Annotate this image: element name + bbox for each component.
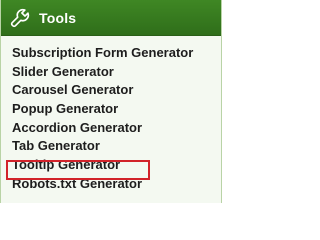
tools-menu: Subscription Form Generator Slider Gener… xyxy=(1,44,221,194)
tools-header[interactable]: Tools xyxy=(1,0,221,36)
wrench-icon xyxy=(10,8,30,27)
menu-item-popup-generator[interactable]: Popup Generator xyxy=(1,100,221,119)
menu-item-tooltip-generator[interactable]: Tooltip Generator xyxy=(1,156,221,175)
menu-item-robots-txt-generator[interactable]: Robots.txt Generator xyxy=(1,175,221,194)
tools-title: Tools xyxy=(39,9,77,26)
menu-item-carousel-generator[interactable]: Carousel Generator xyxy=(1,81,221,100)
menu-item-tab-generator[interactable]: Tab Generator xyxy=(1,137,221,156)
tools-panel: Tools Subscription Form Generator Slider… xyxy=(0,0,222,203)
menu-item-slider-generator[interactable]: Slider Generator xyxy=(1,63,221,82)
menu-item-accordion-generator[interactable]: Accordion Generator xyxy=(1,119,221,138)
menu-item-subscription-form-generator[interactable]: Subscription Form Generator xyxy=(1,44,221,63)
